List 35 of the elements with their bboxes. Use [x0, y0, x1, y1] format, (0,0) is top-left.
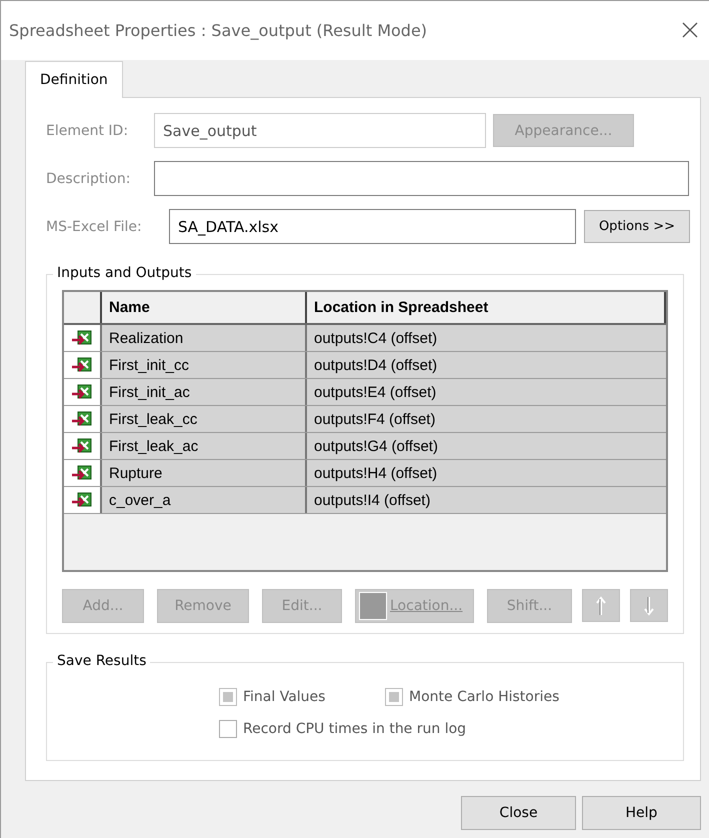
- spreadsheet-arrow-icon: [72, 384, 92, 400]
- options-button[interactable]: Options >>: [584, 210, 690, 243]
- tab[interactable]: Definition: [25, 61, 123, 98]
- field-label: Element ID:: [46, 122, 130, 138]
- spreadsheet-arrow-icon: [72, 438, 92, 454]
- close-dialog-button[interactable]: Close: [461, 796, 576, 830]
- checkbox[interactable]: [219, 720, 237, 738]
- checkbox-label: Record CPU times in the run log: [243, 721, 466, 737]
- column-header[interactable]: Name: [102, 292, 307, 323]
- table-cell: c_over_a: [102, 487, 307, 513]
- spreadsheet-arrow-icon: [72, 357, 92, 373]
- field-label: Description:: [46, 170, 132, 186]
- arrow-up-icon: [595, 596, 607, 616]
- help-button[interactable]: Help: [582, 796, 701, 830]
- window-title: Spreadsheet Properties : Save_output (Result Mode): [9, 21, 428, 40]
- table-cell-text: outputs!F4 (offset): [313, 410, 436, 430]
- group-title: Inputs and Outputs: [53, 265, 196, 281]
- checkbox-label: Monte Carlo Histories: [409, 689, 560, 705]
- table-cell-text: outputs!D4 (offset): [313, 356, 438, 376]
- table-cell-text: outputs!G4 (offset): [313, 436, 439, 456]
- checkbox-label: Final Values: [243, 689, 326, 705]
- input-field[interactable]: [154, 161, 689, 196]
- field-label: MS-Excel File:: [46, 218, 143, 234]
- table-cell-text: outputs!E4 (offset): [313, 382, 438, 402]
- arrow-down-icon: [643, 596, 655, 616]
- spreadsheet-arrow-icon: [72, 330, 92, 346]
- table-cell-text: outputs!C4 (offset): [313, 328, 438, 348]
- close-button[interactable]: [681, 22, 699, 40]
- input-field[interactable]: SA_DATA.xlsx: [169, 209, 576, 244]
- table-cell-text: outputs!I4 (offset): [313, 490, 432, 510]
- spreadsheet-arrow-icon: [72, 465, 92, 481]
- spreadsheet-arrow-icon: [72, 492, 92, 508]
- spreadsheet-arrow-icon: [72, 411, 92, 427]
- table-cell-text: outputs!H4 (offset): [313, 464, 438, 484]
- column-header[interactable]: Location in Spreadsheet: [307, 292, 666, 323]
